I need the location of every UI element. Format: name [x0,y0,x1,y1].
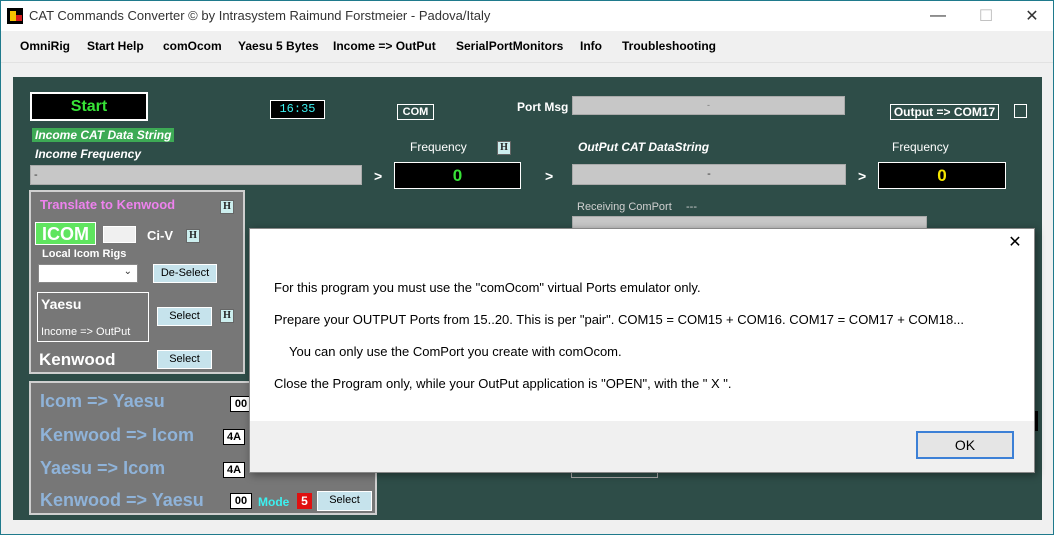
port-msg-field: - [572,96,845,115]
close-button[interactable]: ✕ [1009,1,1054,31]
menu-troubleshooting[interactable]: Troubleshooting [622,39,716,53]
yaesu-label: Yaesu [41,296,82,312]
yaesu-select-button[interactable]: Select [157,307,212,326]
output-frequency-heading: Frequency [892,140,949,154]
civ-label: Ci-V [147,228,173,243]
mode-label: Mode [258,495,290,509]
conversion-kenwood-icom[interactable]: Kenwood => Icom [40,425,194,446]
arrow-2: > [545,168,554,184]
income-frequency-display: 0 [394,162,521,189]
maximize-button[interactable]: ☐ [963,1,1009,31]
minimize-button[interactable]: — [915,1,961,31]
conversion-code: 4A [223,462,245,478]
menu-info[interactable]: Info [580,39,602,53]
dialog-close-icon[interactable]: ✕ [1005,234,1025,254]
dialog-message-line: Close the Program only, while your OutPu… [274,376,732,391]
conversion-code: 00 [230,493,252,509]
arrow-1: > [374,168,383,184]
clock-display: 16:35 [270,100,325,119]
chevron-down-icon: ⌄ [123,266,132,277]
output-cat-label: OutPut CAT DataString [578,140,710,154]
conversion-icom-yaesu[interactable]: Icom => Yaesu [40,391,165,412]
output-com-label: Output => COM17 [890,104,999,120]
civ-help-button[interactable]: H [186,229,200,243]
output-checkbox[interactable] [1014,104,1027,118]
window-title: CAT Commands Converter © by Intrasystem … [29,8,491,23]
icom-rig-select[interactable]: ⌄ [38,264,138,283]
yaesu-help-button[interactable]: H [220,309,234,323]
kenwood-label: Kenwood [39,350,116,369]
civ-address-field[interactable] [103,226,136,243]
ok-button[interactable]: OK [916,431,1014,459]
income-frequency-label: Income Frequency [35,147,142,161]
port-msg-label: Port Msg [517,100,569,114]
menu-income-output[interactable]: Income => OutPut [333,39,436,53]
menu-comocom[interactable]: comOcom [163,39,222,53]
mode-select-button[interactable]: Select [317,491,372,511]
receiving-comport-value: --- [686,201,697,213]
translate-title: Translate to Kenwood [40,197,176,212]
dialog-message-line: You can only use the ComPort you create … [289,344,622,359]
income-cat-label: Income CAT Data String [32,128,175,142]
conversion-kenwood-yaesu[interactable]: Kenwood => Yaesu [40,490,204,511]
deselect-button[interactable]: De-Select [153,264,217,283]
dialog-message-line: Prepare your OUTPUT Ports from 15..20. T… [274,312,965,327]
menu-bar: OmniRig Start Help comOcom Yaesu 5 Bytes… [1,31,1053,63]
local-icom-rigs-label: Local Icom Rigs [42,248,127,260]
menu-omnirig[interactable]: OmniRig [20,39,70,53]
translate-help-button[interactable]: H [220,200,234,214]
menu-serial-port-monitors[interactable]: SerialPortMonitors [456,39,563,53]
background-fragment [571,473,658,478]
start-button[interactable]: Start [30,92,148,121]
menu-yaesu-5-bytes[interactable]: Yaesu 5 Bytes [238,39,319,53]
com-label: COM [397,104,434,120]
menu-start-help[interactable]: Start Help [87,39,144,53]
conversion-yaesu-icom[interactable]: Yaesu => Icom [40,458,165,479]
conversion-code: 4A [223,429,245,445]
dialog-message-line: For this program you must use the "comOc… [274,280,701,295]
kenwood-select-button[interactable]: Select [157,350,212,369]
income-frequency-heading: Frequency [410,140,467,154]
app-icon [7,8,23,24]
output-cat-field: - [572,164,846,185]
receiving-comport-label: Receiving ComPort [577,201,672,213]
output-frequency-display: 0 [878,162,1006,189]
arrow-3: > [858,168,867,184]
income-cat-field: - [30,165,362,185]
frequency-help-button[interactable]: H [497,141,511,155]
title-bar: CAT Commands Converter © by Intrasystem … [1,1,1053,31]
yaesu-income-output-label: Income => OutPut [41,326,131,338]
mode-value: 5 [297,493,312,509]
icom-badge[interactable]: ICOM [35,222,96,245]
